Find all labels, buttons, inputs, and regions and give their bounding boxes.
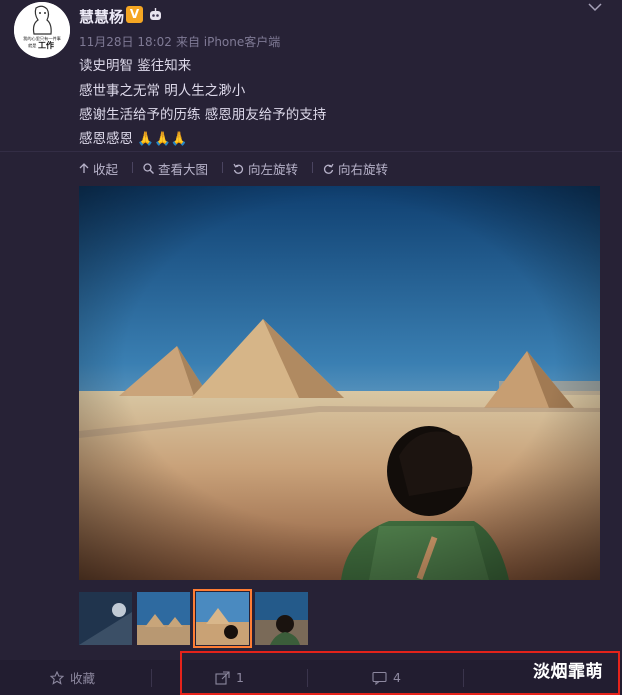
- rotate-left-icon: [233, 163, 244, 174]
- toolbar-separator: [312, 162, 314, 173]
- avatar-caption-2: 就是: [28, 42, 37, 49]
- collapse-label: 收起: [93, 161, 119, 177]
- favorite-button[interactable]: 收藏: [50, 660, 95, 695]
- repost-count: 1: [236, 670, 244, 685]
- favorite-label: 收藏: [70, 671, 96, 686]
- avatar[interactable]: 我的心里只有一件事 就是 工作: [14, 2, 70, 58]
- magnifier-icon: [143, 162, 155, 174]
- content-divider: [0, 151, 622, 152]
- author-name[interactable]: 慧慧杨: [79, 6, 124, 27]
- thumbnail-3-selected[interactable]: [193, 589, 252, 648]
- post-source[interactable]: 来自 iPhone客户端: [176, 35, 280, 49]
- action-bar: 收藏 1 4: [0, 660, 622, 695]
- image-toolbar: 收起 查看大图 向左旋转 向右旋转: [79, 158, 402, 178]
- watermark: 淡烟霏萌: [533, 662, 603, 682]
- post-meta: 11月28日 18:02 来自 iPhone客户端: [79, 33, 280, 50]
- thumbnail-2[interactable]: [137, 592, 190, 645]
- repost-button[interactable]: 1: [215, 660, 244, 695]
- main-photo-pyramids[interactable]: [79, 186, 600, 580]
- post-timestamp[interactable]: 11月28日 18:02: [79, 35, 172, 49]
- post-text-line-4-text: 感恩感恩: [79, 131, 133, 147]
- post-text-line-4: 感恩感恩 🙏🙏🙏: [79, 127, 188, 147]
- thumbnail-4[interactable]: [255, 592, 308, 645]
- action-separator: [151, 669, 152, 687]
- action-separator: [463, 669, 464, 687]
- view-large-button[interactable]: 查看大图: [143, 158, 208, 178]
- view-large-label: 查看大图: [158, 161, 209, 177]
- avatar-caption-3: 工作: [38, 40, 54, 50]
- pray-emoji: 🙏🙏🙏: [137, 131, 188, 147]
- rotate-right-icon: [323, 163, 334, 174]
- collapse-button[interactable]: 收起: [79, 158, 118, 178]
- comment-icon: [372, 671, 387, 685]
- post-text-line-1: 读史明智 鉴往知来: [79, 58, 192, 74]
- rotate-right-label: 向右旋转: [338, 161, 389, 177]
- rotate-left-button[interactable]: 向左旋转: [233, 158, 298, 178]
- comment-count: 4: [393, 670, 401, 685]
- weibo-post: 我的心里只有一件事 就是 工作 慧慧杨 V 11月28日 18:02 来自 iPh…: [0, 0, 622, 695]
- rotate-left-label: 向左旋转: [248, 161, 299, 177]
- rotate-right-button[interactable]: 向右旋转: [323, 158, 388, 178]
- thumbnail-1[interactable]: [79, 592, 132, 645]
- more-chevron-icon[interactable]: [588, 2, 602, 12]
- post-text-line-2: 感世事之无常 明人生之渺小: [79, 83, 246, 99]
- collapse-arrow-icon: [79, 162, 89, 173]
- star-icon: [50, 670, 64, 685]
- comment-button[interactable]: 4: [372, 660, 401, 695]
- action-separator: [307, 669, 308, 687]
- toolbar-separator: [132, 162, 134, 173]
- toolbar-separator: [222, 162, 224, 173]
- verified-badge: V: [126, 6, 143, 23]
- robot-icon: [150, 8, 161, 20]
- post-text-line-3: 感谢生活给予的历练 感恩朋友给予的支持: [79, 107, 327, 123]
- avatar-drawing: 我的心里只有一件事 就是 工作: [14, 2, 70, 58]
- repost-icon: [215, 670, 230, 685]
